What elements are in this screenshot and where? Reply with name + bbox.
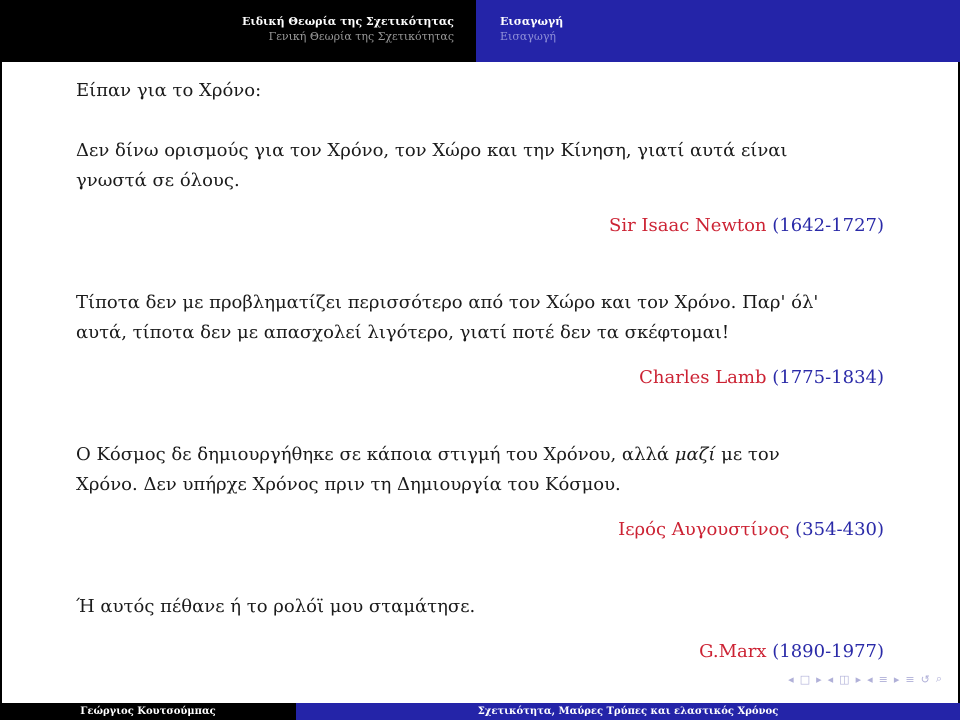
- header-section-inactive[interactable]: Γενική Θεωρία της Σχετικότητας: [0, 29, 454, 44]
- slide-content: Είπαν για το Χρόνο: Δεν δίνω ορισμούς γι…: [76, 76, 884, 667]
- align-icon[interactable]: ≡: [905, 673, 914, 686]
- author-years: (1775-1834): [772, 367, 884, 388]
- section-icon[interactable]: ≡: [879, 673, 888, 686]
- attribution-marx: G.Marx (1890-1977): [76, 637, 884, 667]
- author-years: (354-430): [795, 519, 884, 540]
- attribution-lamb: Charles Lamb (1775-1834): [76, 363, 884, 393]
- subsection-right-icon[interactable]: ▸: [856, 673, 862, 686]
- subsection-icon[interactable]: ◫: [839, 673, 849, 686]
- quote-line: Χρόνο. Δεν υπήρχε Χρόνος πριν τη Δημιουρ…: [76, 474, 621, 495]
- quote-lamb: Τίποτα δεν με προβληματίζει περισσότερο …: [76, 288, 884, 348]
- quote-marx: Ή αυτός πέθανε ή το ρολόϊ μου σταμάτησε.: [76, 592, 884, 622]
- search-icon[interactable]: ⌕: [936, 672, 942, 686]
- quote-text-post: με τον: [715, 444, 780, 465]
- quote-newton: Δεν δίνω ορισμούς για τον Χρόνο, τον Χώρ…: [76, 136, 884, 196]
- quote-text-pre: Ο Κόσμος δε δημιουργήθηκε σε κάποια στιγ…: [76, 444, 675, 465]
- quote-emphasis: μαζί: [674, 444, 716, 465]
- quote-line: αυτά, τίποτα δεν με απασχολεί λιγότερο, …: [76, 322, 730, 343]
- attribution-augustine: Ιερός Αυγουστίνος (354-430): [76, 515, 884, 545]
- section-left-icon[interactable]: ◂: [867, 673, 873, 686]
- frame-left-icon[interactable]: ◂: [788, 673, 794, 686]
- footer-title: Σχετικότητα, Μαύρες Τρύπες και ελαστικός…: [296, 703, 960, 720]
- quote-line: Δεν δίνω ορισμούς για τον Χρόνο, τον Χώρ…: [76, 140, 788, 161]
- intro-text: Είπαν για το Χρόνο:: [76, 80, 262, 101]
- section-right-icon[interactable]: ▸: [894, 673, 900, 686]
- frame-right-icon[interactable]: ▸: [816, 673, 822, 686]
- subsection-left-icon[interactable]: ◂: [828, 673, 834, 686]
- attribution-newton: Sir Isaac Newton (1642-1727): [76, 211, 884, 241]
- frame-icon[interactable]: □: [800, 673, 810, 686]
- header-subsection-inactive[interactable]: Εισαγωγή: [500, 29, 960, 44]
- quote-line: γνωστά σε όλους.: [76, 170, 240, 191]
- footer-author: Γεώργιος Κουτσούμπας: [0, 703, 296, 720]
- author-name: Sir Isaac Newton: [609, 215, 767, 236]
- header-section-active[interactable]: Ειδική Θεωρία της Σχετικότητας: [0, 14, 454, 29]
- header-subsection-active[interactable]: Εισαγωγή: [500, 14, 960, 29]
- author-name: G.Marx: [699, 641, 767, 662]
- author-years: (1642-1727): [772, 215, 884, 236]
- beamer-navigation: ◂ □ ▸ ◂ ◫ ▸ ◂ ≡ ▸ ≡ ↺ ⌕: [788, 670, 942, 688]
- author-years: (1890-1977): [772, 641, 884, 662]
- header-sections: Ειδική Θεωρία της Σχετικότητας Γενική Θε…: [0, 0, 476, 62]
- quote-line: Τίποτα δεν με προβληματίζει περισσότερο …: [76, 292, 819, 313]
- author-name: Ιερός Αυγουστίνος: [618, 519, 790, 540]
- author-name: Charles Lamb: [639, 367, 767, 388]
- slide-header: Ειδική Θεωρία της Σχετικότητας Γενική Θε…: [0, 0, 960, 62]
- quote-augustine: Ο Κόσμος δε δημιουργήθηκε σε κάποια στιγ…: [76, 440, 884, 500]
- quote-line: Ή αυτός πέθανε ή το ρολόϊ μου σταμάτησε.: [76, 596, 476, 617]
- header-subsections: Εισαγωγή Εισαγωγή: [476, 0, 960, 62]
- slide-footer: Γεώργιος Κουτσούμπας Σχετικότητα, Μαύρες…: [0, 703, 960, 720]
- back-icon[interactable]: ↺: [921, 673, 930, 686]
